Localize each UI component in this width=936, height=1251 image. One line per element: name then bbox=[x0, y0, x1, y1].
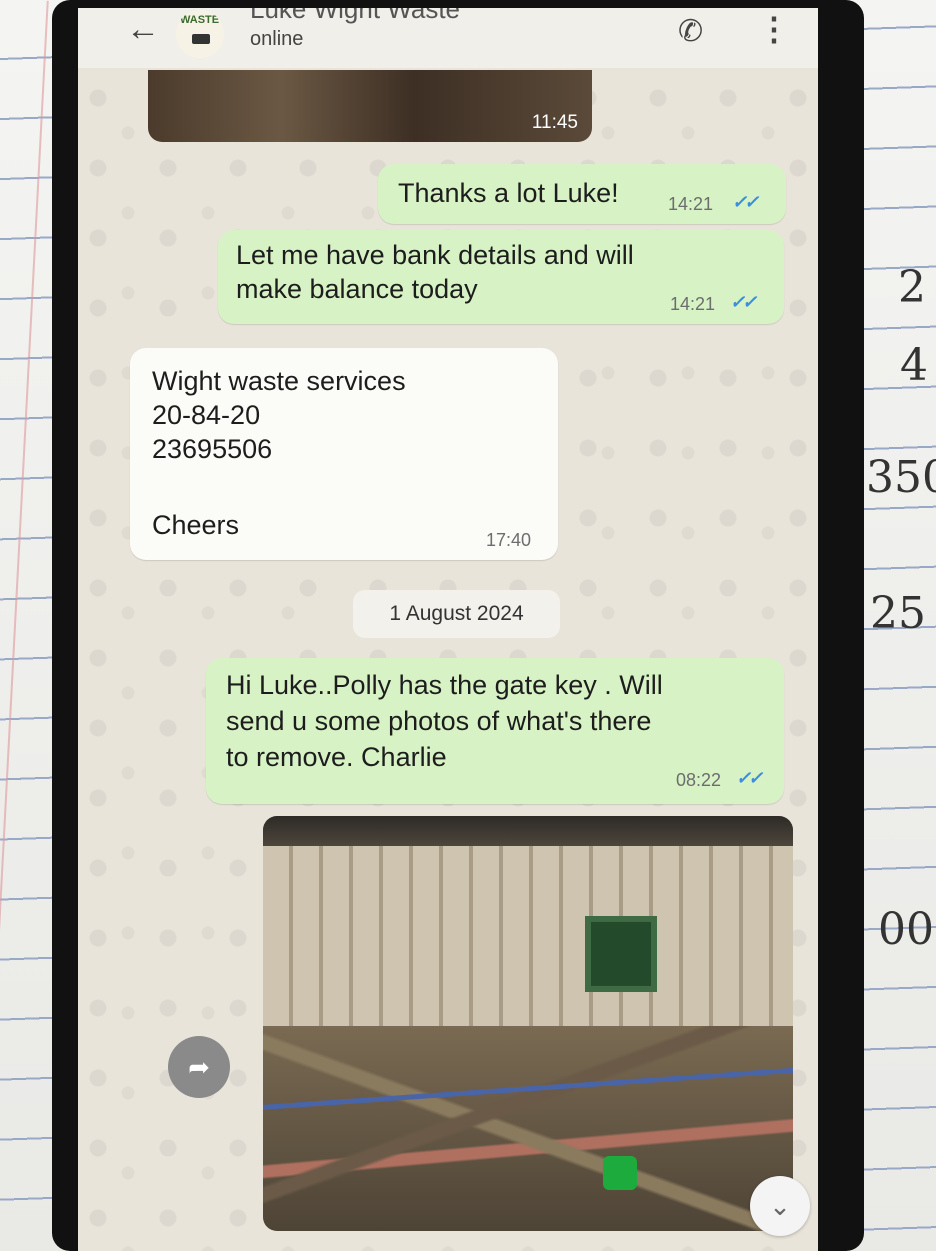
photo-shed-window bbox=[585, 916, 657, 992]
avatar[interactable]: WASTE bbox=[176, 10, 224, 58]
handwriting-scribble: 25 bbox=[870, 588, 926, 639]
double-check-icon: ✓✓ bbox=[732, 192, 759, 212]
date-separator: 1 August 2024 bbox=[353, 590, 560, 638]
message-time: 14:21 bbox=[668, 194, 714, 214]
message-line: Let me have bank details and will bbox=[236, 240, 634, 270]
double-check-icon: ✓✓ bbox=[730, 292, 757, 312]
message-line: 20-84-20 bbox=[152, 400, 261, 430]
message-time: 14:21 bbox=[670, 294, 716, 314]
truck-icon bbox=[192, 34, 210, 44]
scroll-down-icon[interactable]: ⌄ bbox=[750, 1176, 810, 1236]
photo-shed-roof bbox=[263, 816, 793, 846]
chat-header: ← WASTE Luke Wight Waste online ✆ ⋮ bbox=[78, 8, 818, 68]
message-time: 17:40 bbox=[486, 530, 532, 550]
handwriting-scribble: 350 bbox=[866, 452, 936, 503]
photo-wood-debris bbox=[263, 1026, 793, 1231]
phone-call-icon[interactable]: ✆ bbox=[678, 14, 703, 49]
handwriting-scribble: 4 bbox=[900, 340, 928, 391]
message-line: 23695506 bbox=[152, 434, 273, 464]
contact-name[interactable]: Luke Wight Waste bbox=[250, 8, 460, 25]
contact-status: online bbox=[250, 28, 304, 50]
outgoing-message[interactable]: Hi Luke..Polly has the gate key . Will s… bbox=[206, 658, 784, 804]
incoming-message[interactable]: Wight waste services 20-84-20 23695506 C… bbox=[130, 348, 558, 560]
message-line: Hi Luke..Polly has the gate key . Will bbox=[226, 670, 663, 700]
forward-icon[interactable]: ➦ bbox=[168, 1036, 230, 1098]
image-message[interactable] bbox=[263, 816, 793, 1231]
message-line: to remove. Charlie bbox=[226, 742, 447, 772]
photo-shed-wall bbox=[263, 846, 793, 1046]
chat-screen[interactable]: ← WASTE Luke Wight Waste online ✆ ⋮ 11:4… bbox=[78, 8, 818, 1251]
avatar-logo-text: WASTE bbox=[180, 14, 220, 26]
message-time: 08:22 bbox=[676, 770, 722, 790]
message-line: send u some photos of what's there bbox=[226, 706, 652, 736]
outgoing-message[interactable]: Let me have bank details and will make b… bbox=[218, 230, 784, 324]
kebab-menu-icon[interactable]: ⋮ bbox=[758, 10, 790, 48]
message-time: 11:45 bbox=[531, 112, 578, 133]
photo-green-bucket bbox=[603, 1156, 637, 1190]
handwriting-scribble: 2 bbox=[898, 262, 926, 313]
back-arrow-icon[interactable]: ← bbox=[126, 10, 160, 49]
message-line: Wight waste services bbox=[152, 366, 406, 396]
image-message[interactable]: 11:45 bbox=[148, 70, 592, 142]
message-line: Cheers bbox=[152, 510, 240, 540]
double-check-icon: ✓✓ bbox=[736, 768, 763, 788]
message-text: Thanks a lot Luke! bbox=[398, 178, 619, 208]
message-line: make balance today bbox=[236, 274, 478, 304]
handwriting-scribble: 00 bbox=[878, 904, 934, 955]
outgoing-message[interactable]: Thanks a lot Luke! 14:21 ✓✓ bbox=[378, 164, 786, 224]
